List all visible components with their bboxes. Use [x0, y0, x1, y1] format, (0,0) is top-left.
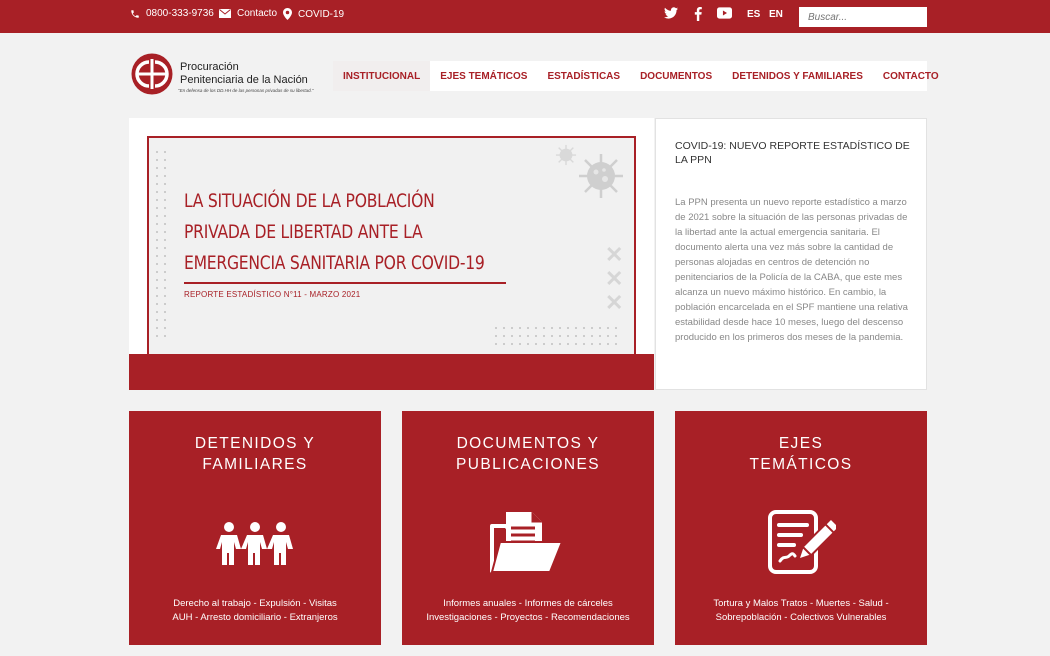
nav-item-documentos[interactable]: DOCUMENTOS [630, 61, 722, 91]
news-box[interactable]: COVID-19: NUEVO REPORTE ESTADÍSTICO DE L… [655, 118, 927, 390]
lang-en[interactable]: EN [769, 9, 783, 20]
people-icon [216, 522, 293, 565]
twitter-link[interactable] [664, 7, 678, 19]
decorative-x-icon: ✕ [605, 266, 624, 291]
phone-icon [131, 9, 139, 18]
decorative-dots [153, 148, 167, 338]
news-body: La PPN presenta un nuevo reporte estadís… [675, 197, 908, 343]
top-bar: 0800-333-9736 Contacto COVID-19 ES EN [0, 0, 1050, 33]
document-pen-icon [768, 510, 836, 574]
contact-label: Contacto [237, 8, 278, 19]
hero-banner[interactable]: ✕ ✕ ✕ LA SITUACIÓN DE LA POBLACIÓN PRIVA… [129, 118, 654, 390]
card-links[interactable]: Tortura y Malos Tratos - Muertes - Salud… [675, 597, 927, 625]
lang-es[interactable]: ES [747, 9, 760, 20]
logo-tagline: "En defensa de los DD.HH de las personas… [178, 88, 314, 93]
nav-item-estadisticas[interactable]: ESTADÍSTICAS [537, 61, 630, 91]
card-links-line1[interactable]: Derecho al trabajo - Expulsión - Visitas [129, 597, 381, 611]
virus-icon [555, 144, 577, 166]
mail-icon [219, 9, 231, 18]
hero-subtitle: REPORTE ESTADÍSTICO N°11 - MARZO 2021 [184, 290, 361, 299]
ppn-logo-icon[interactable] [131, 53, 173, 95]
hero-card: ✕ ✕ ✕ LA SITUACIÓN DE LA POBLACIÓN PRIVA… [147, 136, 636, 354]
search-input[interactable] [799, 7, 927, 27]
folder-document-icon [490, 512, 564, 573]
nav-item-institucional[interactable]: INSTITUCIONAL [333, 61, 431, 91]
decorative-dots [492, 324, 622, 350]
facebook-link[interactable] [694, 7, 702, 21]
card-links[interactable]: Derecho al trabajo - Expulsión - Visitas… [129, 597, 381, 625]
card-ejes-tematicos[interactable]: EJES TEMÁTICOS Tortura y Malos Tratos - … [675, 411, 927, 645]
card-title: EJES TEMÁTICOS [675, 433, 927, 475]
card-title-line1: EJES [778, 435, 824, 452]
nav-item-detenidos-familiares[interactable]: DETENIDOS Y FAMILIARES [722, 61, 873, 91]
hero-title-line1: LA SITUACIÓN DE LA POBLACIÓN [184, 190, 435, 212]
card-title: DOCUMENTOS Y PUBLICACIONES [402, 433, 654, 475]
hero-title-line2: PRIVADA DE LIBERTAD ANTE LA [184, 221, 423, 243]
card-title-line2: PUBLICACIONES [456, 456, 600, 473]
hero-underline [184, 282, 506, 284]
card-detenidos-familiares[interactable]: DETENIDOS Y FAMILIARES Derecho al trabaj… [129, 411, 381, 645]
youtube-icon [717, 7, 732, 19]
decorative-x-icon: ✕ [605, 242, 624, 267]
card-links-line2[interactable]: Investigaciones - Proyectos - Recomendac… [402, 611, 654, 625]
nav-item-contacto[interactable]: CONTACTO [873, 61, 949, 91]
card-links-line1[interactable]: Tortura y Malos Tratos - Muertes - Salud… [675, 597, 927, 611]
covid-link[interactable]: COVID-19 [283, 8, 344, 20]
contact-link[interactable]: Contacto [219, 8, 277, 19]
card-title-line2: TEMÁTICOS [749, 456, 853, 473]
card-links-line2[interactable]: Sobrepoblación - Colectivos Vulnerables [675, 611, 927, 625]
youtube-link[interactable] [717, 7, 732, 19]
hero-title: LA SITUACIÓN DE LA POBLACIÓN PRIVADA DE … [184, 186, 561, 279]
logo-name[interactable]: Procuración Penitenciaria de la Nación [180, 61, 308, 87]
nav-item-ejes-tematicos[interactable]: EJES TEMÁTICOS [430, 61, 537, 91]
card-links[interactable]: Informes anuales - Informes de cárceles … [402, 597, 654, 625]
hero-title-line3: EMERGENCIA SANITARIA POR COVID-19 [184, 252, 485, 274]
card-title-line2: FAMILIARES [202, 456, 308, 473]
covid-label: COVID-19 [298, 8, 345, 20]
virus-icon [579, 154, 623, 198]
hero-footer-bar [129, 354, 654, 390]
news-title[interactable]: COVID-19: NUEVO REPORTE ESTADÍSTICO DE L… [675, 139, 915, 167]
card-documentos-publicaciones[interactable]: DOCUMENTOS Y PUBLICACIONES Informes anua… [402, 411, 654, 645]
card-title: DETENIDOS Y FAMILIARES [129, 433, 381, 475]
twitter-icon [664, 7, 678, 19]
card-title-line1: DOCUMENTOS Y [456, 435, 600, 452]
logo-name-line1: Procuración [180, 61, 239, 73]
phone-link[interactable]: 0800-333-9736 [130, 8, 214, 19]
decorative-x-icon: ✕ [605, 290, 624, 315]
phone-number: 0800-333-9736 [146, 8, 214, 19]
logo-name-line2: Penitenciaria de la Nación [180, 74, 308, 86]
facebook-icon [694, 7, 702, 21]
location-pin-icon [283, 8, 292, 20]
card-title-line1: DETENIDOS Y [194, 435, 316, 452]
main-nav: INSTITUCIONAL EJES TEMÁTICOS ESTADÍSTICA… [333, 61, 939, 91]
card-links-line2[interactable]: AUH - Arresto domiciliario - Extranjeros [129, 611, 381, 625]
card-links-line1[interactable]: Informes anuales - Informes de cárceles [402, 597, 654, 611]
